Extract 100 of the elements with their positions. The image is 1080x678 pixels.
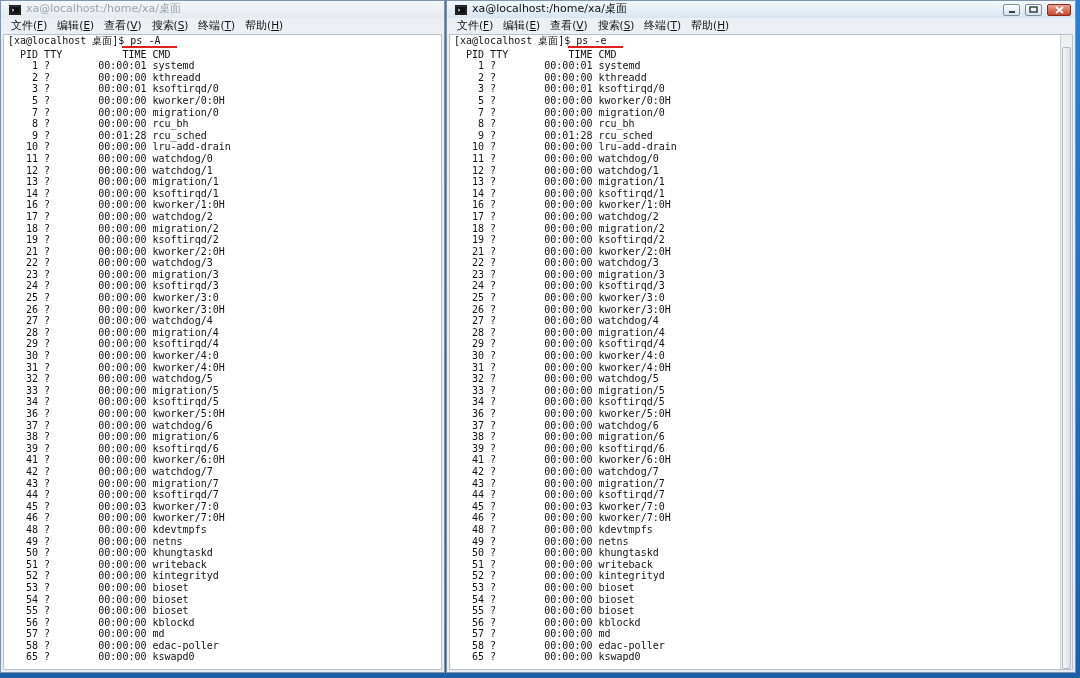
process-line: 3 ? 00:00:01 ksoftirqd/0 [477, 83, 665, 95]
process-line: 55 ? 00:00:00 bioset [471, 605, 635, 617]
maximize-icon [1029, 6, 1038, 13]
process-line: 34 ? 00:00:00 ksoftirqd/5 [471, 396, 665, 408]
process-line: 27 ? 00:00:00 watchdog/4 [471, 315, 659, 327]
menu-item[interactable]: 终端(T) [198, 18, 236, 34]
menu-item[interactable]: 文件(F) [457, 18, 494, 34]
process-line: 51 ? 00:00:00 writeback [471, 558, 653, 571]
process-line: 55 ? 00:00:00 bioset [25, 605, 189, 617]
process-line: 14 ? 00:00:00 ksoftirqd/1 [471, 187, 665, 200]
menu-item[interactable]: 查看(V) [550, 18, 588, 34]
menu-item[interactable]: 查看(V) [104, 18, 142, 34]
process-line: 38 ? 00:00:00 migration/6 [25, 431, 219, 443]
menu-item[interactable]: 搜索(S) [151, 18, 189, 34]
window-title: xa@localhost:/home/xa/桌面 [26, 1, 182, 18]
process-line: 18 ? 00:00:00 migration/2 [25, 222, 219, 235]
process-line: 21 ? 00:00:00 kworker/2:0H [25, 245, 225, 258]
menu-item[interactable]: 帮助(H) [245, 18, 284, 34]
process-line: 19 ? 00:00:00 ksoftirqd/2 [25, 234, 219, 246]
process-line: 58 ? 00:00:00 edac-poller [471, 639, 665, 652]
process-line: 39 ? 00:00:00 ksoftirqd/6 [25, 442, 219, 455]
process-line: 23 ? 00:00:00 migration/3 [471, 268, 665, 281]
process-line: 1 ? 00:00:01 systemd [477, 60, 641, 72]
process-line: 11 ? 00:00:00 watchdog/0 [471, 152, 659, 165]
process-line: 45 ? 00:00:03 kworker/7:0 [25, 500, 219, 513]
process-line: 58 ? 00:00:00 edac-poller [25, 639, 219, 652]
minimize-button[interactable] [1003, 3, 1020, 16]
menu-item[interactable]: 帮助(H) [691, 18, 730, 34]
process-line: 25 ? 00:00:00 kworker/3:0 [471, 292, 665, 304]
process-line: 13 ? 00:00:00 migration/1 [471, 176, 665, 188]
process-line: 9 ? 00:01:28 rcu_sched [478, 129, 653, 142]
process-line: 65 ? 00:00:00 kswapd0 [25, 651, 195, 664]
command-prompt: [xa@localhost 桌面]$ ps -e [454, 35, 607, 47]
process-line: 2 ? 00:00:00 kthreadd [31, 71, 201, 84]
process-line: 10 ? 00:00:00 lru-add-drain [25, 141, 231, 153]
process-line: 28 ? 00:00:00 migration/4 [471, 326, 665, 339]
process-line: 51 ? 00:00:00 writeback [25, 558, 207, 571]
process-line: 46 ? 00:00:00 kworker/7:0H [25, 512, 225, 524]
process-line: 33 ? 00:00:00 migration/5 [471, 384, 665, 397]
column-header: PID TTY TIME CMD [19, 48, 171, 61]
process-line: 50 ? 00:00:00 khungtaskd [25, 547, 213, 559]
process-line: 56 ? 00:00:00 kblockd [25, 616, 195, 629]
process-line: 49 ? 00:00:00 netns [471, 535, 629, 548]
process-line: 29 ? 00:00:00 ksoftirqd/4 [25, 338, 219, 351]
process-line: 42 ? 00:00:00 watchdog/7 [25, 465, 213, 478]
window-title: xa@localhost:/home/xa/桌面 [472, 1, 628, 18]
process-line: 22 ? 00:00:00 watchdog/3 [25, 257, 213, 269]
process-line: 41 ? 00:00:00 kworker/6:0H [25, 454, 225, 466]
process-line: 17 ? 00:00:00 watchdog/2 [25, 210, 213, 223]
process-line: 43 ? 00:00:00 migration/7 [25, 477, 219, 490]
scrollbar[interactable] [1060, 35, 1072, 669]
process-line: 8 ? 00:00:00 rcu_bh [477, 118, 635, 130]
column-header: PID TTY TIME CMD [465, 48, 617, 61]
process-line: 3 ? 00:00:01 ksoftirqd/0 [31, 83, 219, 95]
process-line: 5 ? 00:00:00 kworker/0:0H [31, 94, 225, 107]
process-line: 24 ? 00:00:00 ksoftirqd/3 [25, 280, 219, 293]
process-line: 17 ? 00:00:00 watchdog/2 [471, 210, 659, 223]
process-line: 33 ? 00:00:00 migration/5 [25, 384, 219, 397]
process-line: 18 ? 00:00:00 migration/2 [471, 222, 665, 235]
command-prompt: [xa@localhost 桌面]$ ps -A [8, 35, 161, 47]
process-line: 8 ? 00:00:00 rcu_bh [31, 118, 189, 130]
menu-item[interactable]: 编辑(E) [57, 18, 95, 34]
process-line: 48 ? 00:00:00 kdevtmpfs [25, 523, 207, 536]
process-line: 10 ? 00:00:00 lru-add-drain [471, 141, 677, 153]
process-line: 9 ? 00:01:28 rcu_sched [32, 129, 207, 142]
process-line: 41 ? 00:00:00 kworker/6:0H [471, 454, 671, 466]
process-line: 30 ? 00:00:00 kworker/4:0 [25, 350, 219, 362]
close-button[interactable] [1047, 3, 1071, 16]
process-line: 43 ? 00:00:00 migration/7 [471, 477, 665, 490]
process-line: 28 ? 00:00:00 migration/4 [25, 326, 219, 339]
process-line: 49 ? 00:00:00 netns [25, 535, 183, 548]
process-line: 54 ? 00:00:00 bioset [471, 593, 635, 606]
process-line: 5 ? 00:00:00 kworker/0:0H [477, 94, 671, 107]
process-line: 44 ? 00:00:00 ksoftirqd/7 [25, 489, 219, 501]
process-line: 16 ? 00:00:00 kworker/1:0H [471, 199, 671, 211]
process-line: 22 ? 00:00:00 watchdog/3 [471, 257, 659, 269]
menu-item[interactable]: 终端(T) [644, 18, 682, 34]
process-line: 39 ? 00:00:00 ksoftirqd/6 [471, 442, 665, 455]
process-line: 31 ? 00:00:00 kworker/4:0H [25, 361, 225, 374]
maximize-button[interactable] [1025, 3, 1042, 16]
process-line: 42 ? 00:00:00 watchdog/7 [471, 465, 659, 478]
process-line: 53 ? 00:00:00 bioset [471, 581, 635, 594]
process-line: 1 ? 00:00:01 systemd [31, 60, 195, 72]
process-line: 16 ? 00:00:00 kworker/1:0H [25, 199, 225, 211]
terminal-icon [9, 4, 21, 15]
process-line: 24 ? 00:00:00 ksoftirqd/3 [471, 280, 665, 293]
process-line: 31 ? 00:00:00 kworker/4:0H [471, 361, 671, 374]
process-line: 30 ? 00:00:00 kworker/4:0 [471, 350, 665, 362]
process-line: 44 ? 00:00:00 ksoftirqd/7 [471, 489, 665, 501]
process-line: 53 ? 00:00:00 bioset [25, 581, 189, 594]
process-line: 37 ? 00:00:00 watchdog/6 [25, 419, 213, 432]
menu-item[interactable]: 编辑(E) [503, 18, 541, 34]
process-line: 25 ? 00:00:00 kworker/3:0 [25, 292, 219, 304]
process-line: 26 ? 00:00:00 kworker/3:0H [471, 303, 671, 316]
process-line: 54 ? 00:00:00 bioset [25, 593, 189, 606]
process-line: 23 ? 00:00:00 migration/3 [25, 268, 219, 281]
process-line: 38 ? 00:00:00 migration/6 [471, 431, 665, 443]
menu-item[interactable]: 文件(F) [11, 18, 48, 34]
menu-item[interactable]: 搜索(S) [597, 18, 635, 34]
process-line: 52 ? 00:00:00 kintegrityd [25, 570, 219, 582]
